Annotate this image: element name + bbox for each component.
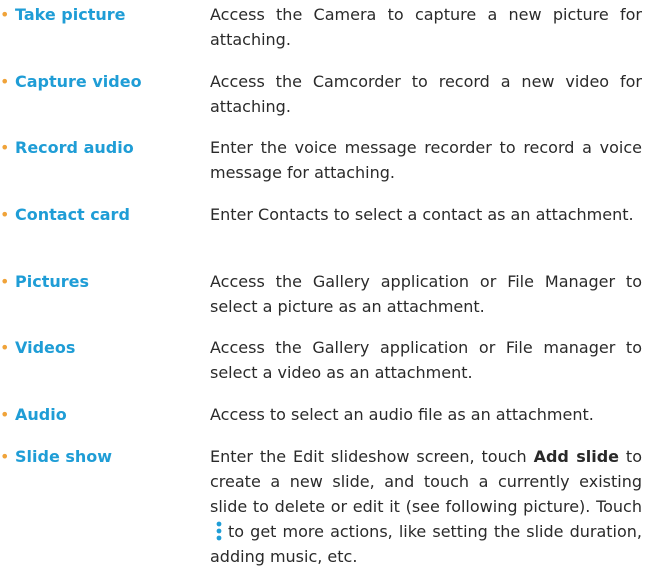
slide-show-text-3: to get more actions, like setting the sl… — [210, 522, 642, 566]
term-slide-show: Slide show — [15, 447, 113, 466]
bullet: • — [0, 5, 10, 24]
term-take-picture: Take picture — [15, 5, 126, 24]
desc-slide-show: Enter the Edit slideshow screen, touch A… — [210, 444, 642, 569]
term-record-audio: Record audio — [15, 138, 134, 157]
desc-audio: Access to select an audio file as an att… — [210, 405, 594, 424]
add-slide-label: Add slide — [533, 447, 620, 466]
more-vertical-icon — [216, 521, 222, 541]
desc-contact-card: Enter Contacts to select a contact as an… — [210, 205, 634, 224]
desc-record-audio: Enter the voice message recorder to reco… — [210, 138, 642, 182]
bullet: • — [0, 272, 10, 291]
desc-take-picture: Access the Camera to capture a new pictu… — [210, 5, 642, 49]
desc-capture-video: Access the Camcorder to record a new vid… — [210, 72, 642, 116]
term-capture-video: Capture video — [15, 72, 142, 91]
bullet: • — [0, 72, 10, 91]
bullet: • — [0, 205, 10, 224]
term-audio: Audio — [15, 405, 67, 424]
slide-show-text-1: Enter the Edit slideshow screen, touch — [210, 447, 534, 466]
bullet: • — [0, 138, 10, 157]
bullet: • — [0, 447, 10, 466]
bullet: • — [0, 338, 10, 357]
desc-pictures: Access the Gallery application or File M… — [210, 272, 642, 316]
bullet: • — [0, 405, 10, 424]
term-pictures: Pictures — [15, 272, 89, 291]
term-contact-card: Contact card — [15, 205, 130, 224]
desc-videos: Access the Gallery application or File m… — [210, 338, 642, 382]
term-videos: Videos — [15, 338, 76, 357]
